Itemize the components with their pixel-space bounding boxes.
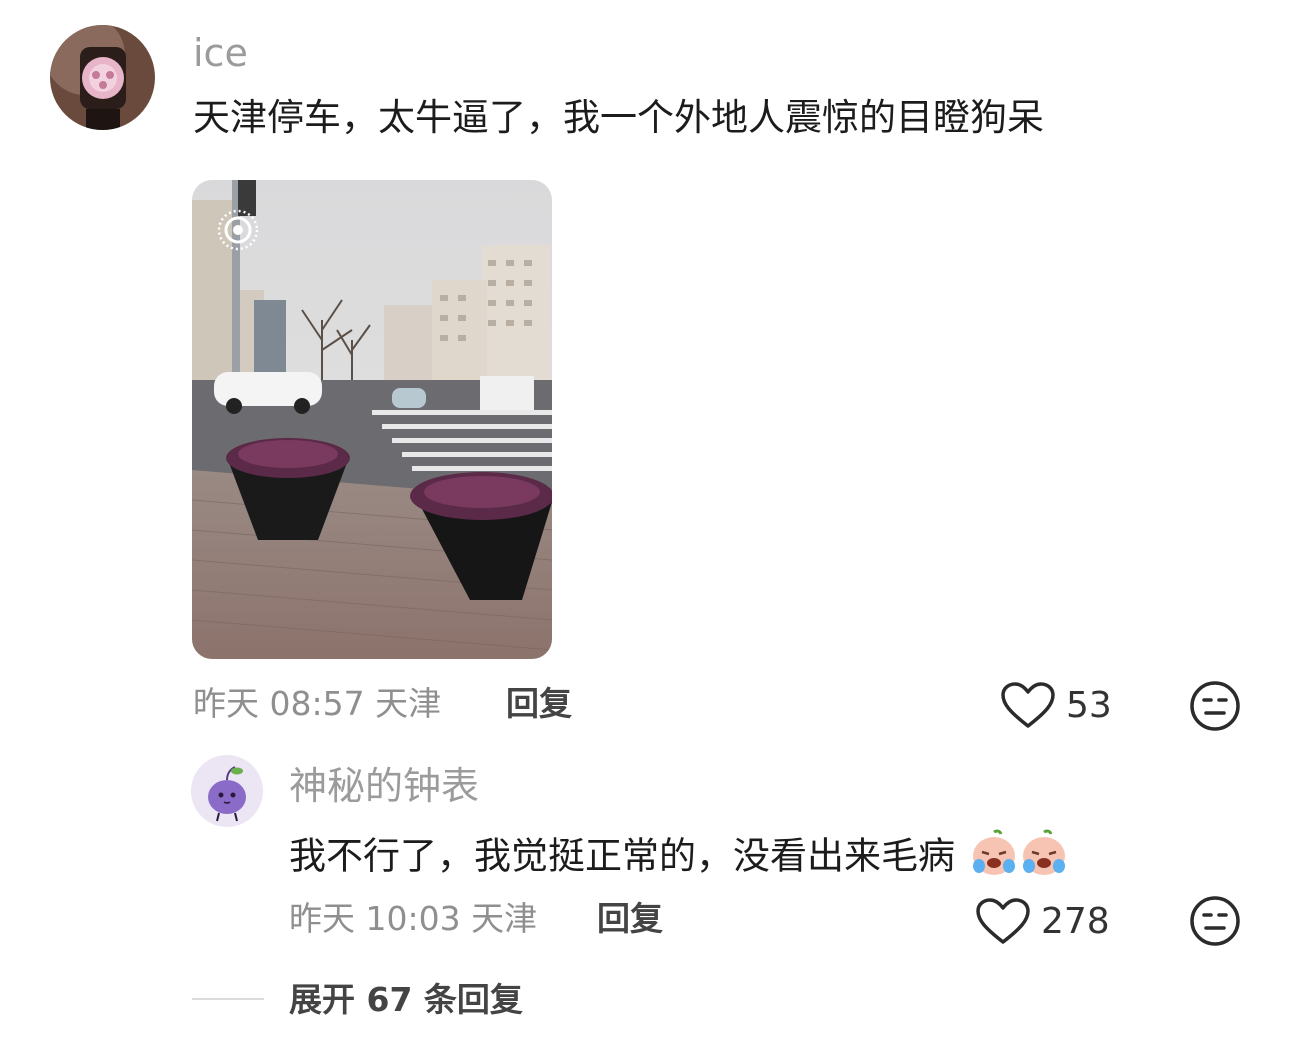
heart-outline-icon (1000, 682, 1056, 734)
meh-face-icon[interactable] (1189, 680, 1241, 732)
reply-text: 我不行了，我觉挺正常的，没看出来毛病 (289, 834, 955, 878)
comment-photo[interactable] (192, 180, 552, 659)
reply-time: 昨天 10:03 (289, 899, 461, 938)
commenter-name[interactable]: ice (193, 31, 248, 75)
commenter-avatar[interactable] (50, 25, 155, 130)
meh-face-icon[interactable] (1189, 895, 1241, 947)
comment-like-count: 53 (1066, 685, 1112, 726)
reply-like-count: 278 (1041, 901, 1110, 942)
comment-text: 天津停车，太牛逼了，我一个外地人震惊的目瞪狗呆 (193, 96, 1044, 139)
comment-like-button[interactable]: 53 (1000, 680, 1120, 730)
expand-divider (192, 998, 264, 1000)
heart-outline-icon (975, 898, 1031, 950)
comment-reply-button[interactable]: 回复 (506, 684, 572, 724)
reply-reply-button[interactable]: 回复 (597, 899, 663, 939)
crying-face-emoji (969, 828, 1019, 888)
replier-avatar[interactable] (191, 755, 263, 827)
comment-meta: 昨天 08:57 天津 (193, 684, 441, 724)
reply-like-button[interactable]: 278 (975, 896, 1120, 946)
expand-replies-button[interactable]: 展开 67 条回复 (289, 980, 523, 1020)
replier-name[interactable]: 神秘的钟表 (289, 764, 479, 808)
comment-time: 昨天 08:57 (193, 684, 365, 723)
comment-location: 天津 (375, 684, 442, 723)
live-photo-icon (216, 208, 260, 252)
crying-face-emoji (1019, 828, 1069, 888)
reply-location: 天津 (471, 899, 538, 938)
reply-text-line: 我不行了，我觉挺正常的，没看出来毛病 (289, 828, 1069, 888)
reply-meta: 昨天 10:03 天津 (289, 899, 537, 939)
